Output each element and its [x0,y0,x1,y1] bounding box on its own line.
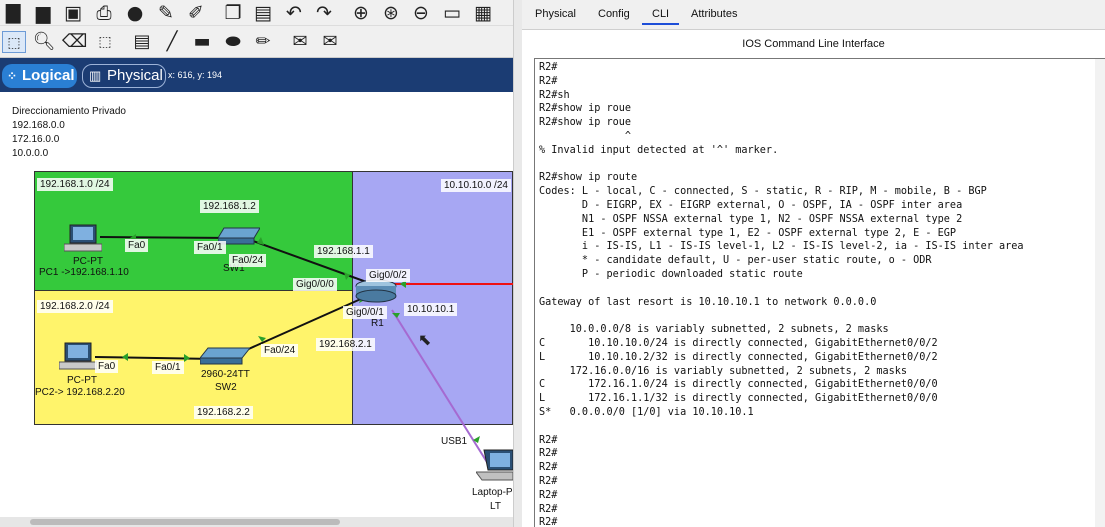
port-label: Fa0 [95,360,119,373]
network-wizard-icon[interactable]: ✎ [155,2,177,24]
port-label: Fa0/1 [194,241,226,254]
port-label: Fa0/24 [229,254,267,267]
port-label: Fa0 [125,239,149,252]
info-icon[interactable]: ● [124,2,146,24]
line-icon[interactable]: ╱ [160,31,184,53]
tab-physical-label: Physical [107,67,163,84]
port-label: Gig0/0/1 [343,306,387,319]
r1-g001-ip-label: 192.168.2.1 [316,338,375,351]
pane-divider[interactable] [513,0,522,527]
port-label: Fa0/24 [261,344,299,357]
port-label: Fa0/1 [152,361,184,374]
freeform-icon[interactable]: ✏︎ [251,31,275,53]
port-light [344,272,350,280]
new-file-icon[interactable]: ▇ [2,2,24,24]
sw2-ip-label: 192.168.2.2 [194,406,253,419]
activity-wizard-icon[interactable]: ✐ [185,2,207,24]
sw2-model-label: 2960-24TT [201,369,250,380]
note-icon[interactable]: ▤ [130,31,154,53]
laptop-name-label: LT [490,501,501,512]
redo-icon[interactable]: ↷ [313,2,335,24]
resize-icon[interactable]: ⬚ [93,31,117,53]
tab-config[interactable]: Config [598,8,630,20]
port-light [184,354,190,362]
custom-device-icon[interactable]: ▦ [472,2,494,24]
delete-icon[interactable]: ⌫ [62,31,87,53]
paste-icon[interactable]: ▤ [252,2,274,24]
edit-toolbar: ⬚ 🔍︎ ⌫ ⬚ ▤ ╱ ▬ ⬬ ✏︎ ✉︎ ✉︎ [0,26,513,58]
undo-icon[interactable]: ↶ [283,2,305,24]
tab-cli[interactable]: CLI [642,8,680,25]
pc2-icon[interactable] [59,341,97,371]
select-icon[interactable]: ⬚ [2,31,26,53]
laptop-type-label: Laptop-P [472,487,513,498]
save-icon[interactable]: ▣ [62,2,84,24]
zoom-in-icon[interactable]: ⊕ [350,2,372,24]
cli-scrollbar[interactable] [1095,59,1105,527]
sw2-name-label: SW2 [215,382,237,393]
sw2-icon[interactable] [200,346,250,366]
workspace-pane: ▇ ▆ ▣ ⎙ ● ✎ ✐ ❐ ▤ ↶ ↷ ⊕ ⊛ ⊖ ▭ ▦ ⬚ 🔍︎ ⌫ ⬚… [0,0,513,527]
zoom-reset-icon[interactable]: ⊛ [380,2,402,24]
mouse-cursor-icon: ⬉ [418,332,432,349]
tab-attributes[interactable]: Attributes [691,8,737,20]
device-tabs: Physical Config CLI Attributes [522,0,1105,30]
port-label: Gig0/0/2 [366,269,410,282]
scrollbar-thumb[interactable] [30,519,340,525]
port-label: USB1 [441,436,468,447]
tab-physical-device[interactable]: Physical [535,8,576,20]
sw1-ip-label: 192.168.1.2 [200,200,259,213]
ellipse-icon[interactable]: ⬬ [221,31,245,53]
inspect-icon[interactable]: 🔍︎ [32,31,56,53]
laptop-icon[interactable] [476,448,513,484]
topology-canvas[interactable]: Direccionamiento Privado 192.168.0.0 172… [0,92,513,517]
tab-logical[interactable]: ⁘ Logical [2,64,77,88]
r1-g000-ip-label: 192.168.1.1 [314,245,373,258]
device-window: Physical Config CLI Attributes IOS Comma… [522,0,1105,527]
complex-pdu-icon[interactable]: ✉︎ [318,31,342,53]
cli-output: R2# R2# R2#sh R2#show ip roue R2#show ip… [539,62,1024,527]
physical-icon: ▥ [89,68,102,83]
horizontal-scrollbar[interactable] [0,517,513,527]
zoom-out-icon[interactable]: ⊖ [410,2,432,24]
logical-icon: ⁘ [7,69,18,83]
simple-pdu-icon[interactable]: ✉︎ [288,31,312,53]
drawing-palette-icon[interactable]: ▭ [441,2,463,24]
rectangle-icon[interactable]: ▬ [190,31,214,53]
tab-physical[interactable]: ▥ Physical [82,64,166,88]
main-toolbar: ▇ ▆ ▣ ⎙ ● ✎ ✐ ❐ ▤ ↶ ↷ ⊕ ⊛ ⊖ ▭ ▦ [0,0,513,26]
open-folder-icon[interactable]: ▆ [32,2,54,24]
port-light [122,353,128,361]
pc1-name-label: PC1 ->192.168.1.10 [39,267,129,278]
cli-terminal[interactable]: R2# R2# R2#sh R2#show ip roue R2#show ip… [534,58,1105,527]
cursor-coords: x: 616, y: 194 [168,70,223,80]
link-pc1-sw1 [99,236,236,239]
copy-icon[interactable]: ❐ [222,2,244,24]
cli-title: IOS Command Line Interface [742,38,885,50]
pc1-icon[interactable] [64,223,102,253]
r1-icon[interactable] [354,278,400,306]
port-label: Gig0/0/0 [293,278,337,291]
link-pc2-sw2 [94,356,216,360]
r1-g002-ip-label: 10.10.10.1 [404,303,458,316]
tab-logical-label: Logical [22,67,75,84]
pc2-name-label: PC2-> 192.168.2.20 [35,387,125,398]
print-icon[interactable]: ⎙ [93,2,115,24]
